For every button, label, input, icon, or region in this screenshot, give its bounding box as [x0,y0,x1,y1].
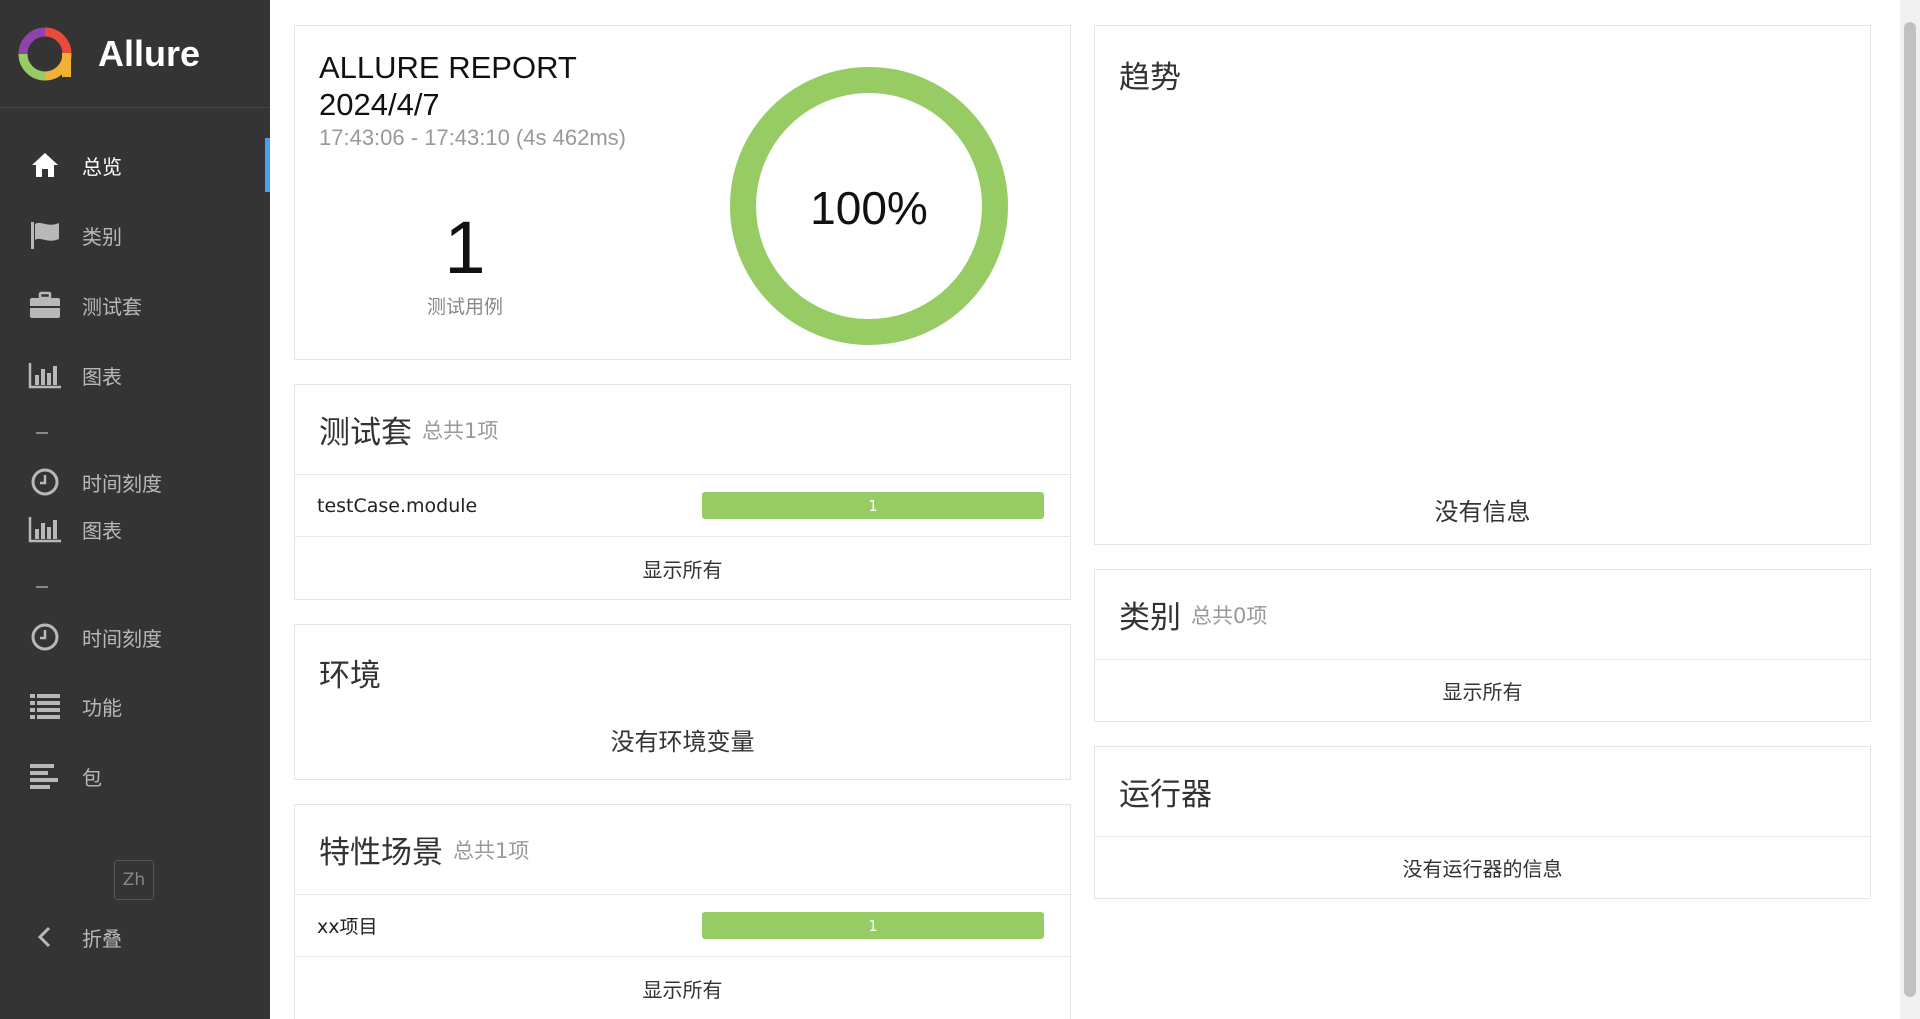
table-row[interactable]: testCase.module 1 [295,475,1070,537]
environment-widget: 环境 没有环境变量 [294,624,1071,780]
feature-count-bar: 1 [702,912,1044,939]
suite-name: testCase.module [317,494,478,517]
briefcase-icon [28,288,62,322]
clock-icon [28,620,62,654]
sidebar-item-timeline-2[interactable]: 时间刻度 [0,610,270,664]
language-switch-button[interactable]: Zh [114,860,154,900]
features-show-all-link[interactable]: 显示所有 [295,957,1070,1019]
executors-title: 运行器 [1119,777,1212,813]
sidebar-item-label: 时间刻度 [82,626,162,651]
sidebar-item-packages[interactable]: 包 [0,749,270,803]
flag-icon [28,218,62,252]
sidebar-item-label: 图表 [82,518,122,543]
categories-widget: 类别 总共0项 显示所有 [1094,569,1871,722]
sidebar-item-label: 时间刻度 [82,471,162,496]
bar-chart-icon [28,512,62,546]
suites-show-all-link[interactable]: 显示所有 [295,537,1070,599]
clock-icon [28,465,62,499]
list-icon [28,689,62,723]
categories-count: 总共0项 [1191,603,1268,628]
suites-header: 测试套 总共1项 [295,385,1070,475]
trend-title: 趋势 [1119,60,1181,96]
environment-header: 环境 [295,625,1070,719]
align-left-icon [28,759,62,793]
sidebar-item-label: 测试套 [82,294,142,319]
sidebar-item-label: 图表 [82,364,122,389]
suites-widget: 测试套 总共1项 testCase.module 1 显示所有 [294,384,1071,600]
sidebar: Allure 总览 类别 测试套 图表 时间刻度 图表 时间刻度 功能 包 Zh… [0,0,270,1019]
sidebar-item-categories[interactable]: 类别 [0,208,270,262]
chevron-left-icon [28,920,62,954]
page-scrollbar[interactable] [1900,0,1920,1019]
home-icon [28,148,62,182]
collapse-label: 折叠 [82,926,122,951]
suites-count: 总共1项 [422,418,499,443]
sidebar-item-overview[interactable]: 总览 [0,138,270,192]
logo-row: Allure [0,0,270,108]
sidebar-item-label: 包 [82,765,102,790]
test-case-count-label: 测试用例 [426,296,503,318]
trend-widget: 趋势 没有信息 [1094,25,1871,545]
categories-show-all-link[interactable]: 显示所有 [1095,660,1870,721]
allure-logo-icon [18,27,72,80]
environment-title: 环境 [319,657,381,694]
suites-title: 测试套 [319,415,412,451]
test-case-count: 1 [444,206,486,289]
suite-count-bar: 1 [702,492,1044,519]
categories-header: 类别 总共0项 [1095,570,1870,660]
executors-empty-message: 没有运行器的信息 [1402,857,1563,881]
environment-empty-message: 没有环境变量 [610,727,755,756]
sidebar-item-label: 功能 [82,695,122,720]
categories-title: 类别 [1119,600,1181,636]
feature-name: xx项目 [317,916,378,938]
scrollbar-thumb[interactable] [1904,22,1916,997]
bar-chart-icon [28,358,62,392]
executors-widget: 运行器 没有运行器的信息 [1094,746,1871,899]
features-widget: 特性场景 总共1项 xx项目 1 显示所有 [294,804,1071,1019]
sidebar-item-timeline[interactable]: 时间刻度 [0,455,270,509]
sidebar-item-suites[interactable]: 测试套 [0,278,270,332]
executors-header: 运行器 [1095,747,1870,837]
app-title: Allure [98,32,201,74]
nav-separator [36,586,48,588]
features-title: 特性场景 [319,835,443,871]
trend-empty-message: 没有信息 [1434,497,1531,526]
sidebar-item-graphs-2[interactable]: 图表 [0,502,270,556]
sidebar-item-behaviors[interactable]: 功能 [0,679,270,733]
report-time-range: 17:43:06 - 17:43:10 (4s 462ms) [319,125,626,150]
summary-widget: ALLURE REPORT 2024/4/7 17:43:06 - 17:43:… [294,25,1071,360]
sidebar-item-graphs[interactable]: 图表 [0,348,270,402]
sidebar-item-label: 类别 [82,224,122,249]
features-header: 特性场景 总共1项 [295,805,1070,895]
nav-separator [36,432,48,434]
sidebar-item-label: 总览 [82,154,122,179]
table-row[interactable]: xx项目 1 [295,895,1070,957]
report-date: 2024/4/7 [319,87,440,122]
report-title: ALLURE REPORT [319,50,577,85]
pass-rate-label: 100% [810,182,928,234]
features-count: 总共1项 [453,838,530,863]
collapse-button[interactable]: 折叠 [0,910,270,964]
